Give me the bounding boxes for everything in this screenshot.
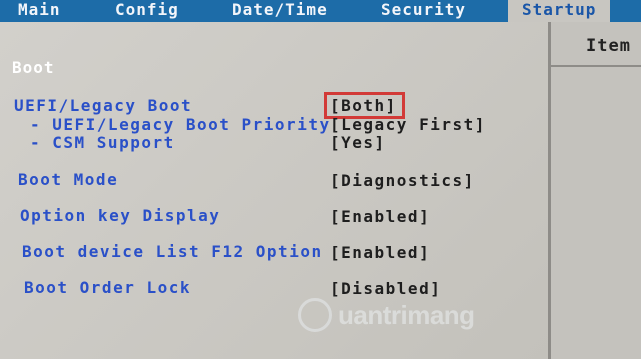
setting-value-uefi-legacy-boot[interactable]: [Both]: [324, 92, 405, 119]
help-pane: Item: [551, 22, 641, 359]
setting-label-boot-device-list-f12[interactable]: Boot device List F12 Option: [22, 242, 323, 261]
setting-label-boot-order-lock[interactable]: Boot Order Lock: [24, 278, 191, 297]
setting-value-csm-support[interactable]: [Yes]: [330, 133, 386, 152]
setting-label-csm-support[interactable]: - CSM Support: [30, 133, 175, 152]
setting-value-uefi-legacy-boot-priority[interactable]: [Legacy First]: [330, 115, 486, 134]
setting-value-boot-mode[interactable]: [Diagnostics]: [330, 171, 475, 190]
setting-label-uefi-legacy-boot-priority[interactable]: - UEFI/Legacy Boot Priority: [30, 115, 331, 134]
tab-date-time[interactable]: Date/Time: [232, 0, 328, 22]
setting-value-boot-device-list-f12[interactable]: [Enabled]: [330, 243, 430, 262]
watermark-text: uantrimang: [338, 300, 475, 330]
setting-label-uefi-legacy-boot[interactable]: UEFI/Legacy Boot: [14, 96, 192, 115]
tab-security[interactable]: Security: [381, 0, 466, 22]
setting-label-boot-mode[interactable]: Boot Mode: [18, 170, 118, 189]
setting-value-option-key-display[interactable]: [Enabled]: [330, 207, 430, 226]
tab-config[interactable]: Config: [115, 0, 179, 22]
setting-label-option-key-display[interactable]: Option key Display: [20, 206, 220, 225]
help-header: Item: [551, 22, 641, 67]
tab-main[interactable]: Main: [18, 0, 61, 22]
watermark: uantrimang: [298, 296, 518, 336]
tab-startup[interactable]: Startup: [508, 0, 611, 22]
lightbulb-icon: [298, 298, 332, 332]
section-title-boot: Boot: [12, 58, 55, 77]
menu-tab-bar: Main Config Date/Time Security Startup: [0, 0, 641, 22]
help-title: Item: [586, 36, 631, 56]
